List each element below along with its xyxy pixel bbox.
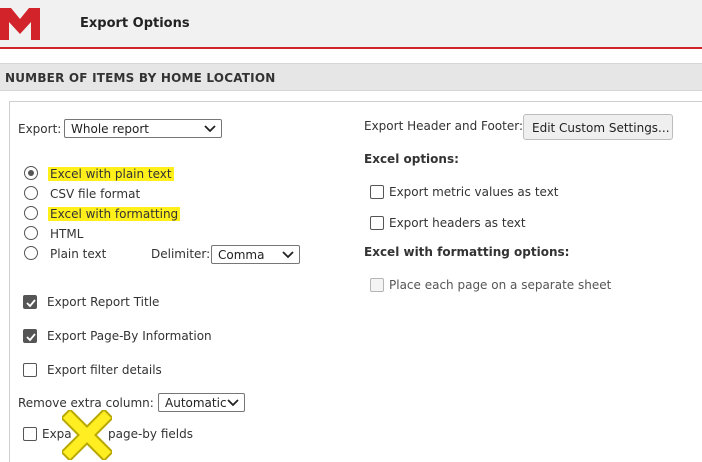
separate-sheet-label: Place each page on a separate sheet — [389, 278, 612, 292]
expand-page-by-checkbox[interactable] — [23, 427, 37, 441]
cross-mark-icon — [62, 410, 112, 460]
excel-formatting-heading: Excel with formatting options: — [364, 245, 570, 259]
check-icon — [26, 299, 36, 308]
export-label: Export: — [18, 122, 62, 136]
format-radio-csv[interactable] — [24, 186, 38, 200]
export-headers-text-label: Export headers as text — [389, 216, 526, 230]
export-headers-text-checkbox[interactable] — [370, 216, 384, 230]
format-radio-excel-formatting[interactable] — [24, 206, 38, 220]
format-label-plain-text: Plain text — [50, 247, 107, 261]
header-divider — [0, 47, 702, 49]
header-footer-label: Export Header and Footer: — [364, 119, 524, 133]
delimiter-value: Comma — [218, 248, 265, 262]
chevron-down-icon — [204, 125, 216, 133]
format-label-csv: CSV file format — [50, 187, 141, 201]
brand-logo-icon — [0, 8, 40, 40]
edit-custom-settings-label: Edit Custom Settings... — [532, 121, 670, 135]
export-metric-text-label: Export metric values as text — [389, 185, 559, 199]
format-label-excel-plain: Excel with plain text — [48, 167, 174, 181]
chevron-down-icon — [282, 251, 294, 259]
app-header: Export Options — [0, 0, 702, 47]
check-icon — [26, 333, 36, 342]
edit-custom-settings-button[interactable]: Edit Custom Settings... — [523, 114, 673, 140]
page-title: Export Options — [80, 16, 190, 31]
chevron-down-icon — [227, 399, 239, 407]
delimiter-label: Delimiter: — [151, 247, 211, 261]
export-scope-select[interactable]: Whole report — [64, 119, 222, 138]
delimiter-select[interactable]: Comma — [211, 245, 300, 264]
format-radio-excel-plain[interactable] — [24, 166, 38, 180]
excel-options-heading: Excel options: — [364, 152, 459, 166]
format-label-html: HTML — [50, 227, 84, 241]
format-radio-plain-text[interactable] — [24, 246, 38, 260]
expand-page-by-label-end: page-by fields — [108, 427, 193, 441]
format-radio-html[interactable] — [24, 226, 38, 240]
export-filter-details-label: Export filter details — [47, 363, 162, 377]
export-filter-details-checkbox[interactable] — [23, 363, 37, 377]
export-report-title-label: Export Report Title — [47, 295, 160, 309]
export-metric-text-checkbox[interactable] — [370, 185, 384, 199]
section-header: NUMBER OF ITEMS BY HOME LOCATION — [0, 63, 702, 91]
section-title: NUMBER OF ITEMS BY HOME LOCATION — [5, 71, 276, 85]
format-label-excel-formatting: Excel with formatting — [48, 207, 181, 221]
remove-extra-column-label: Remove extra column: — [18, 396, 154, 410]
export-page-by-label: Export Page-By Information — [47, 329, 212, 343]
export-page-by-checkbox[interactable] — [23, 329, 37, 343]
export-report-title-checkbox[interactable] — [23, 295, 37, 309]
export-scope-value: Whole report — [71, 122, 149, 136]
remove-extra-column-value: Automatic — [165, 396, 227, 410]
remove-extra-column-select[interactable]: Automatic — [158, 393, 245, 412]
separate-sheet-checkbox[interactable] — [370, 278, 384, 292]
